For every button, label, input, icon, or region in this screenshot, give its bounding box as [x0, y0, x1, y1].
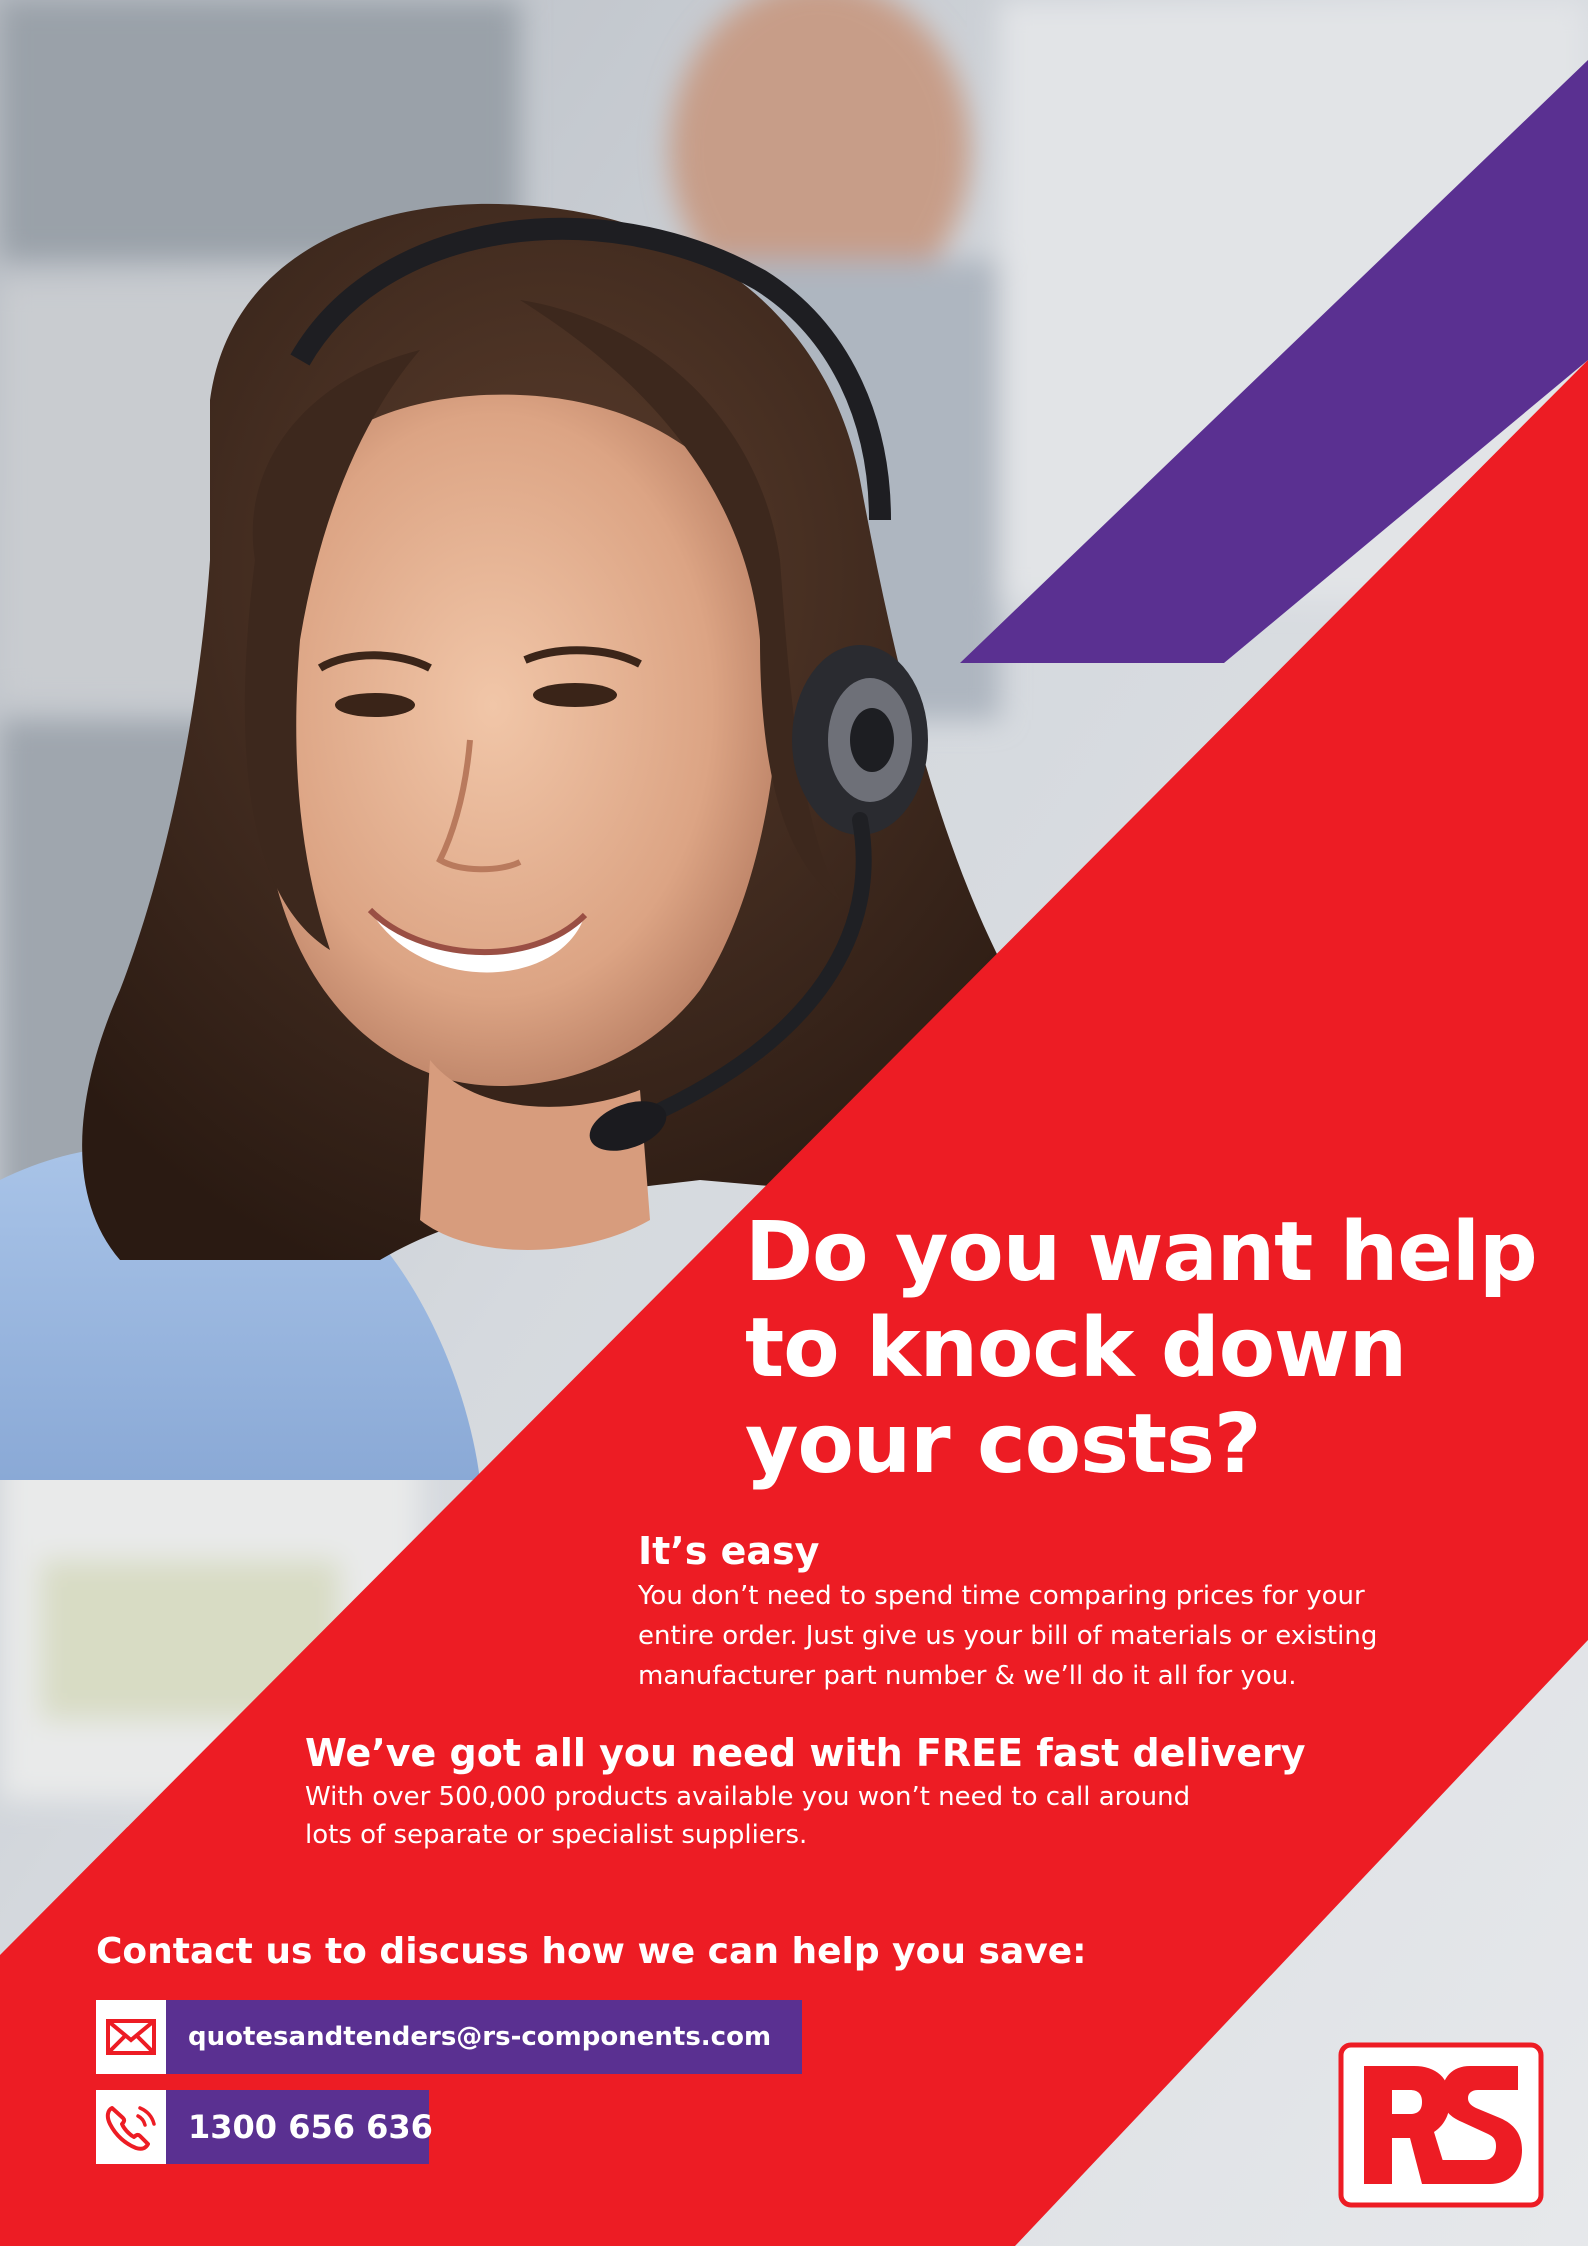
phone-contact[interactable]: 1300 656 636 [96, 2090, 433, 2164]
its-easy-section: It’s easy You don’t need to spend time c… [638, 1528, 1538, 1696]
headline: Do you want help to knock down your cost… [745, 1205, 1565, 1493]
phone-number[interactable]: 1300 656 636 [166, 2090, 433, 2164]
headline-line-3: your costs? [745, 1397, 1261, 1492]
its-easy-line-3: manufacturer part number & we’ll do it a… [638, 1661, 1297, 1691]
its-easy-body: You don’t need to spend time comparing p… [638, 1576, 1538, 1696]
contact-heading: Contact us to discuss how we can help yo… [96, 1931, 1087, 1972]
email-link[interactable]: quotesandtenders@rs-components.com [166, 2000, 802, 2074]
free-delivery-section: We’ve got all you need with FREE fast de… [305, 1730, 1405, 1854]
free-delivery-title: We’ve got all you need with FREE fast de… [305, 1731, 1306, 1775]
its-easy-line-1: You don’t need to spend time comparing p… [638, 1581, 1365, 1611]
free-delivery-body: With over 500,000 products available you… [305, 1778, 1405, 1854]
its-easy-line-2: entire order. Just give us your bill of … [638, 1621, 1378, 1651]
envelope-icon [96, 2000, 166, 2074]
diagonal-color-panels [0, 60, 1588, 2246]
headline-line-1: Do you want help [745, 1205, 1538, 1300]
flyer-page: Do you want help to knock down your cost… [0, 0, 1588, 2246]
phone-icon [96, 2090, 166, 2164]
free-delivery-line-2: lots of separate or specialist suppliers… [305, 1820, 808, 1850]
headline-line-2: to knock down [745, 1301, 1407, 1396]
rs-logo [1338, 2042, 1544, 2208]
email-contact[interactable]: quotesandtenders@rs-components.com [96, 2000, 802, 2074]
its-easy-title: It’s easy [638, 1529, 820, 1573]
free-delivery-line-1: With over 500,000 products available you… [305, 1782, 1191, 1812]
